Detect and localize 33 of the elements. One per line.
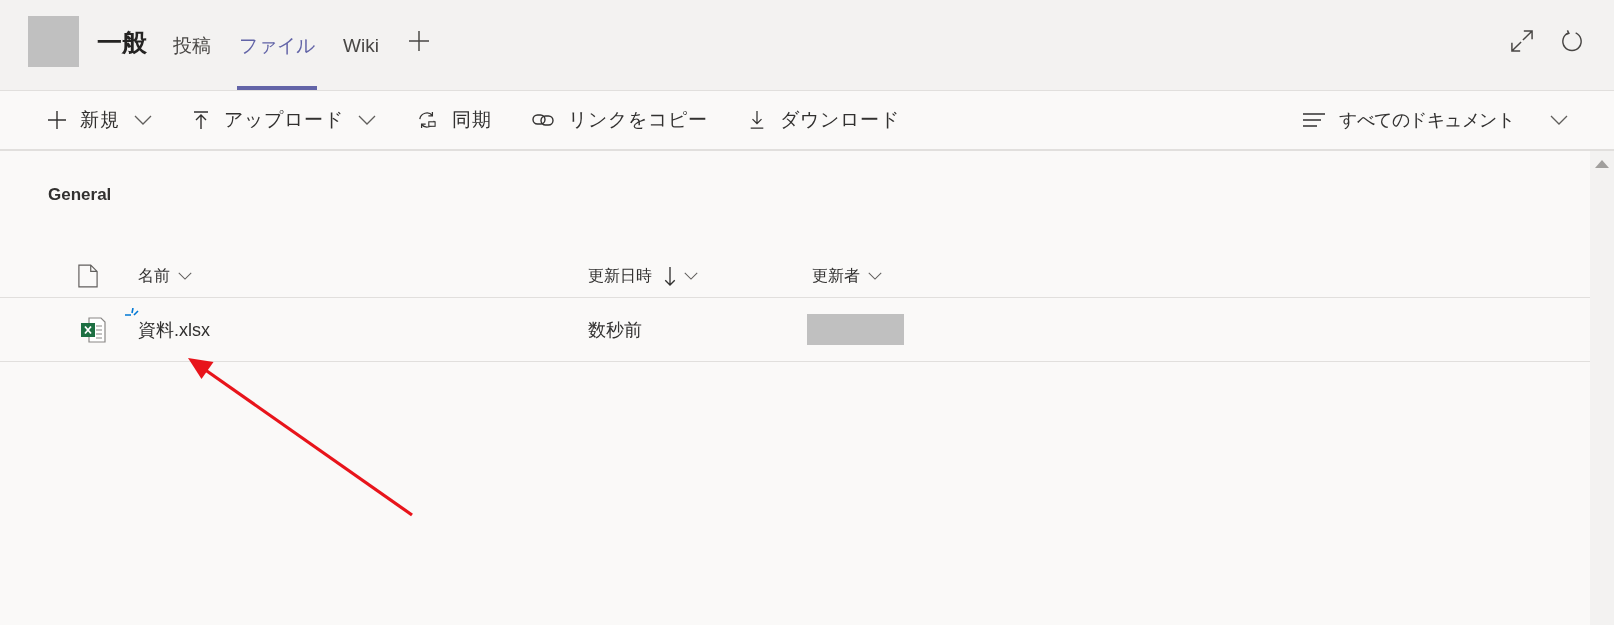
column-header[interactable]: 更新日時	[588, 265, 698, 287]
chevron-down-icon	[178, 272, 192, 280]
lines-icon	[1303, 111, 1325, 129]
scrollbar[interactable]	[1590, 151, 1614, 625]
scroll-up-icon[interactable]	[1595, 160, 1609, 168]
command-button[interactable]: リンクをコピー	[532, 100, 708, 140]
command-button[interactable]: アップロード	[192, 100, 376, 140]
channel-tab[interactable]: 投稿	[171, 31, 213, 90]
expand-icon[interactable]	[1511, 30, 1533, 52]
library-title: General	[48, 184, 112, 206]
sync-icon	[416, 111, 438, 129]
plus-icon	[48, 111, 66, 129]
chevron-down-icon	[684, 272, 698, 280]
file-type-icon	[78, 264, 98, 288]
chevron-down-icon	[1550, 115, 1568, 125]
spreadsheet-file-icon	[80, 316, 106, 343]
download-icon	[748, 111, 766, 129]
file-name-link[interactable]: 資料.xlsx	[138, 319, 210, 340]
add-tab-icon[interactable]	[408, 31, 429, 51]
command-button[interactable]: 新規	[48, 100, 152, 140]
refresh-icon[interactable]	[1561, 30, 1583, 52]
column-header[interactable]: 名前	[138, 265, 192, 287]
team-picture-placeholder	[28, 16, 79, 67]
channel-tab[interactable]: Wiki	[341, 31, 381, 90]
view-selector[interactable]: すべてのドキュメント	[1303, 100, 1568, 140]
upload-icon	[192, 111, 210, 129]
link-icon	[532, 111, 554, 129]
column-header[interactable]: 更新者	[812, 265, 882, 287]
command-button[interactable]: ダウンロード	[748, 100, 900, 140]
channel-title: 一般	[97, 26, 147, 58]
chevron-down-icon	[868, 272, 882, 280]
command-button[interactable]: 同期	[416, 100, 492, 140]
modified-cell-text: 数秒前	[588, 318, 642, 342]
